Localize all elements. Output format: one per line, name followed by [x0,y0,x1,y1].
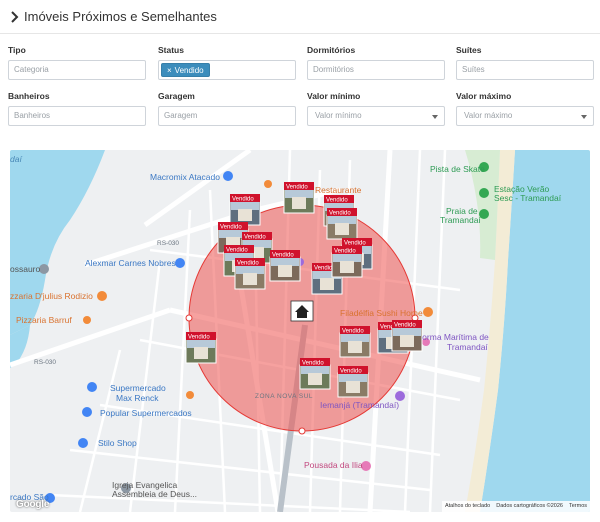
label-popular: Popular Supermercados [100,408,192,418]
sold-property-marker[interactable]: Vendido [283,182,315,214]
sold-badge-label: Vendido [344,240,366,246]
label-supermercado: Supermercado [110,383,166,393]
dormitorios-input[interactable]: Dormitórios [307,60,445,80]
label-plataforma2: Tramandaí [447,342,488,352]
sold-badge-label: Vendido [329,210,351,216]
status-tag-vendido[interactable]: × Vendido [161,63,210,77]
label-macromix: Macromix Atacado [150,172,220,182]
label-iemanja: Iemanjá (Tramandaí) [320,400,399,410]
label-estacao2: Sesc - Tramandaí [494,193,562,203]
map-data-credit: Dados cartográficos ©2026 [496,503,563,509]
google-logo: Google [16,499,50,510]
label-rs030a: RS-030 [157,240,179,247]
status-label: Status [158,45,184,55]
sold-property-marker[interactable]: Vendido [185,332,217,364]
dormitorios-label: Dormitórios [307,45,356,55]
tipo-label: Tipo [8,45,26,55]
sold-property-marker[interactable]: Vendido [391,320,423,352]
remove-tag-icon[interactable]: × [167,66,172,75]
filter-tipo: Tipo Categoria [8,44,146,80]
map-view[interactable]: Macromix Atacado Alexmar Carnes Nobres S… [10,150,590,512]
valor-maximo-label: Valor máximo [456,91,512,101]
label-restaurante: Restaurante [315,185,362,195]
garagem-label: Garagem [158,91,195,101]
sold-property-marker[interactable]: Vendido [299,358,331,390]
sold-badge-label: Vendido [342,328,364,334]
banheiros-input[interactable]: Banheiros [8,106,146,126]
label-praia2: Tramandaí [440,215,481,225]
label-pista: Pista de Skate [430,164,485,174]
map-canvas[interactable]: Macromix Atacado Alexmar Carnes Nobres S… [10,150,590,512]
sold-badge-label: Vendido [286,184,308,190]
sold-property-marker[interactable]: Vendido [234,258,266,290]
home-icon[interactable] [290,300,314,322]
label-stilo: Stilo Shop [98,438,137,448]
filter-suites: Suítes Suítes [456,44,594,80]
sold-property-marker[interactable]: Vendido [229,194,261,226]
page: Imóveis Próximos e Semelhantes Tipo Cate… [0,0,600,522]
sold-badge-label: Vendido [394,322,416,328]
valor-maximo-select[interactable]: Valor máximo [456,106,594,126]
filter-dormitorios: Dormitórios Dormitórios [307,44,445,80]
label-pousada: Pousada da Ilia [304,460,363,470]
section-header[interactable]: Imóveis Próximos e Semelhantes [0,0,600,34]
chevron-right-icon [11,10,19,23]
sold-badge-label: Vendido [232,196,254,202]
sold-badge-label: Vendido [244,234,266,240]
label-rossauro: ossauro [10,264,41,274]
valor-minimo-label: Valor mínimo [307,91,361,101]
filter-garagem: Garagem Garagem [158,90,296,126]
label-rs030b: RS-030 [34,359,56,366]
label-julius: zzaria D'julius Rodizio [10,291,93,301]
filter-status: Status × Vendido [158,44,296,80]
status-tag-label: Vendido [174,66,204,75]
label-max-renck: Max Renck [116,393,159,403]
sold-property-marker[interactable]: Vendido [269,250,301,282]
label-dai: daí [10,154,23,164]
garagem-input[interactable]: Garagem [158,106,296,126]
status-multiselect[interactable]: × Vendido [158,60,296,80]
label-barruf: Pizzaria Barruf [16,315,72,325]
label-alexmar: Alexmar Carnes Nobres [85,258,176,268]
section-title: Imóveis Próximos e Semelhantes [24,9,217,24]
label-igreja2: Assembleia de Deus... [112,489,197,499]
map-attribution: Atalhos do teclado Dados cartográficos ©… [441,501,590,512]
sold-badge-label: Vendido [326,197,348,203]
sold-badge-label: Vendido [334,248,356,254]
sold-badge-label: Vendido [340,368,362,374]
sold-badge-label: Vendido [188,334,210,340]
sold-badge-label: Vendido [226,247,248,253]
filter-valor-maximo: Valor máximo Valor máximo [456,90,594,126]
sold-badge-label: Vendido [237,260,259,266]
sold-property-marker[interactable]: Vendido [337,366,369,398]
sold-property-marker[interactable]: Vendido [326,208,358,240]
suites-label: Suítes [456,45,482,55]
terms-link[interactable]: Termos [569,501,587,512]
filter-valor-minimo: Valor mínimo Valor mínimo [307,90,445,126]
sold-property-marker[interactable]: Vendido [331,246,363,278]
suites-input[interactable]: Suítes [456,60,594,80]
sold-property-marker[interactable]: Vendido [339,326,371,358]
keyboard-shortcuts-link[interactable]: Atalhos do teclado [445,501,490,512]
label-zona: ZONA NOVA SUL [255,393,313,400]
sold-badge-label: Vendido [302,360,324,366]
sold-badge-label: Vendido [220,224,242,230]
label-filadelfia: Filadélfia Sushi Home [340,308,423,318]
tipo-input[interactable]: Categoria [8,60,146,80]
banheiros-label: Banheiros [8,91,50,101]
sold-badge-label: Vendido [272,252,294,258]
valor-minimo-select[interactable]: Valor mínimo [307,106,445,126]
filter-banheiros: Banheiros Banheiros [8,90,146,126]
